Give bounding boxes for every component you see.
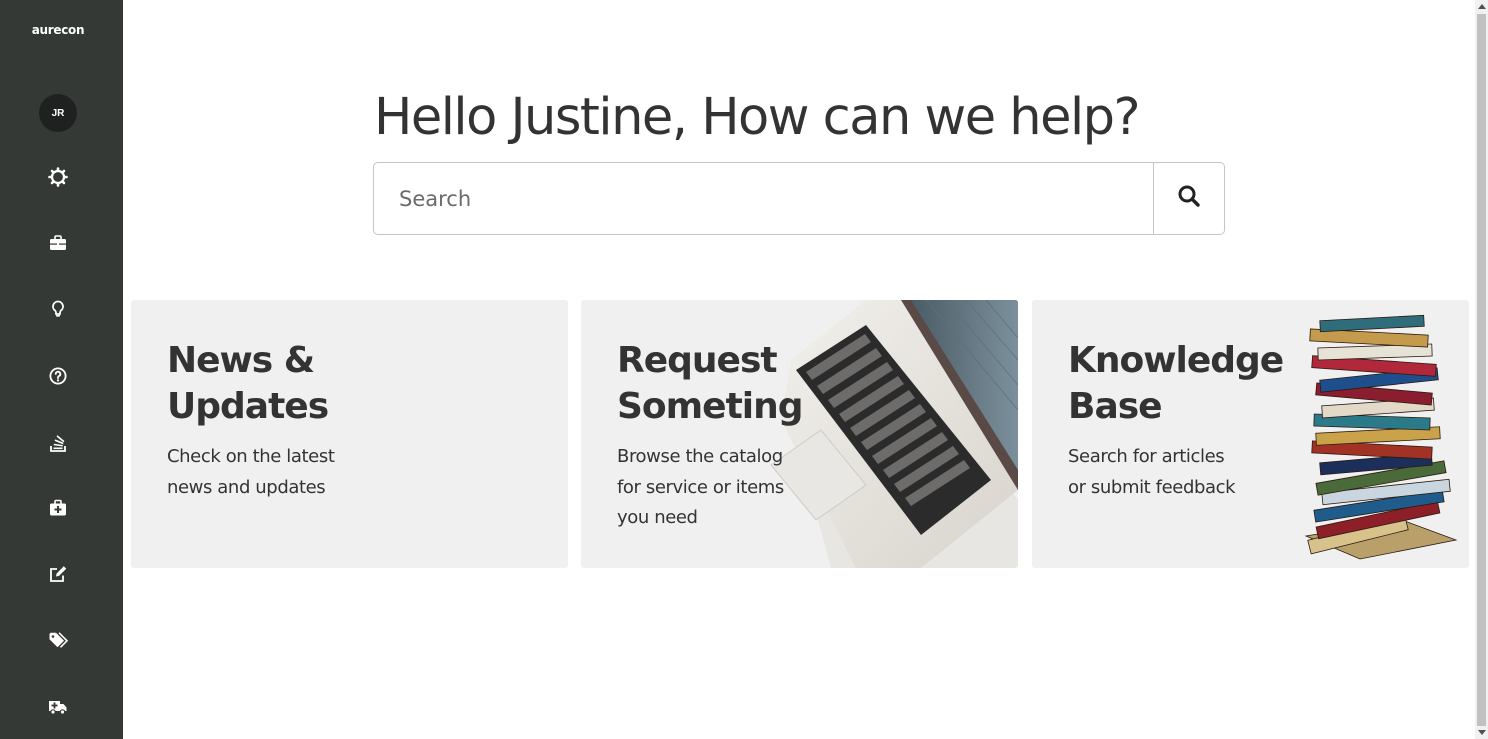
card-description: Search for articles or submit feedback (1068, 442, 1236, 503)
tags-icon (48, 631, 69, 656)
sidebar-item-health[interactable] (46, 498, 70, 522)
news-updates-card[interactable]: News & Updates Check on the latest news … (131, 300, 568, 568)
card-description: Check on the latest news and updates (167, 442, 335, 503)
sidebar-item-work[interactable] (46, 233, 70, 257)
user-avatar[interactable]: JR (39, 94, 77, 132)
knowledge-base-card[interactable]: Knowledge Base Search for articles or su… (1032, 300, 1469, 568)
sidebar-item-help[interactable] (46, 366, 70, 390)
search-bar (373, 162, 1225, 235)
sidebar-item-settings[interactable] (46, 166, 70, 192)
card-description: Browse the catalog for service or items … (617, 442, 784, 534)
stack-icon (48, 433, 68, 458)
page-scrollbar[interactable] (1475, 0, 1488, 739)
sidebar-item-emergency[interactable] (46, 697, 70, 721)
sidebar-item-ideas[interactable] (46, 299, 70, 323)
sidebar-item-tags[interactable] (46, 631, 70, 655)
aurecon-logo[interactable]: aurecon (0, 23, 116, 37)
card-description-line: Browse the catalog (617, 446, 783, 467)
sidebar-item-knowledge[interactable] (46, 433, 70, 457)
scroll-up-arrow-icon[interactable] (1478, 4, 1486, 9)
card-title: Knowledge Base (1068, 340, 1284, 427)
search-icon (1177, 184, 1201, 213)
lightbulb-icon (48, 299, 68, 324)
briefcase-icon (48, 233, 68, 258)
sidebar: aurecon JR (0, 0, 123, 739)
card-title: Request Someting (617, 340, 804, 427)
ambulance-icon (48, 697, 68, 722)
search-button[interactable] (1153, 163, 1224, 234)
card-description-line: Check on the latest (167, 446, 335, 467)
card-description-line: Search for articles (1068, 446, 1225, 467)
request-something-card[interactable]: Request Someting Browse the catalog for … (581, 300, 1018, 568)
card-description-line: news and updates (167, 476, 326, 498)
card-description-line: you need (617, 507, 698, 528)
scroll-thumb[interactable] (1477, 14, 1486, 726)
medkit-icon (48, 498, 68, 523)
search-input[interactable] (374, 163, 1153, 234)
page-title: Hello Justine, How can we help? (374, 88, 1141, 147)
card-description-line: for service or items (617, 476, 784, 498)
edit-icon (48, 564, 68, 589)
card-title: News & Updates (167, 340, 329, 427)
scroll-down-arrow-icon[interactable] (1478, 730, 1486, 735)
book-stack-image (1304, 314, 1458, 560)
gear-icon (48, 166, 68, 192)
question-circle-icon (48, 366, 68, 391)
card-description-line: or submit feedback (1068, 476, 1236, 498)
sidebar-item-edit[interactable] (46, 564, 70, 588)
